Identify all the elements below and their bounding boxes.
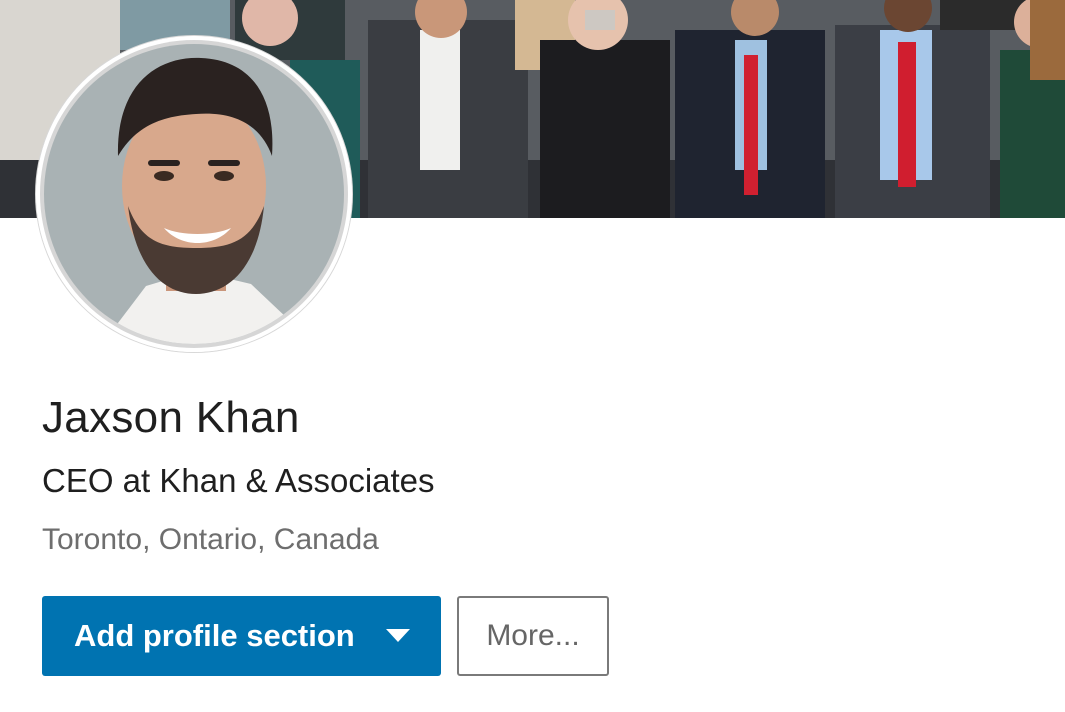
more-button-label: More... [486,619,580,652]
add-profile-section-button[interactable]: Add profile section [42,596,441,676]
profile-avatar[interactable] [36,36,352,352]
profile-name: Jaxson Khan [42,393,300,442]
profile-top-card: Jaxson Khan CEO at Khan & Associates Tor… [0,0,1065,712]
profile-headline: CEO at Khan & Associates [42,462,435,499]
caret-down-icon[interactable] [386,629,410,642]
add-profile-section-label: Add profile section [74,618,355,653]
profile-location: Toronto, Ontario, Canada [42,523,379,556]
more-button[interactable]: More... [457,596,609,676]
profile-photo-image [36,36,352,352]
